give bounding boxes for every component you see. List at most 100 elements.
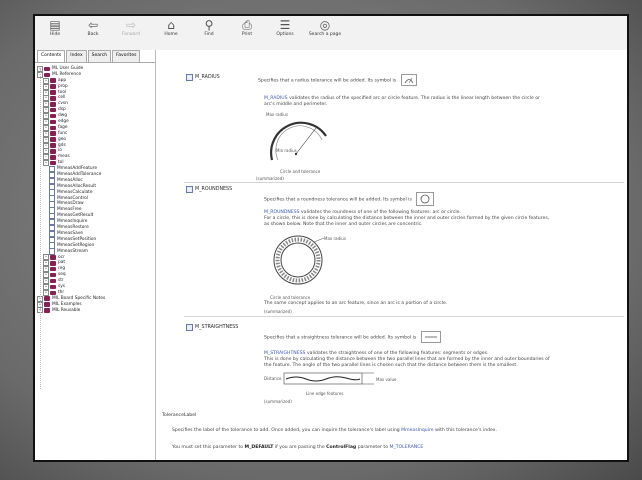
radius-desc-2: arc's middle and perimeter. xyxy=(264,102,328,107)
back-button[interactable]: ⇦ Back xyxy=(77,18,109,48)
divider xyxy=(184,182,624,183)
straightness-desc-2: This is done by calculating the distance… xyxy=(264,357,550,362)
roundness-symbol-icon xyxy=(416,192,435,206)
prop-radius: M_RADIUS xyxy=(186,74,220,81)
home-button[interactable]: ⌂ Home xyxy=(155,18,187,48)
hide-button[interactable]: ▤ Hide xyxy=(39,18,71,48)
find-icon: ⚲ xyxy=(204,18,214,32)
book-icon xyxy=(50,90,56,95)
radius-fig-min: Min radius xyxy=(276,148,297,153)
page-icon xyxy=(186,74,193,81)
book-icon xyxy=(44,296,50,301)
roundness-intro: Specifies that a roundness tolerance wil… xyxy=(264,192,435,206)
book-icon xyxy=(50,290,56,296)
divider xyxy=(184,316,624,317)
hide-icon: ▤ xyxy=(49,18,61,32)
search-page-button[interactable]: ◎ Search a page xyxy=(301,18,349,48)
forward-icon: ⇨ xyxy=(125,18,137,32)
tab-favorites[interactable]: Favorites xyxy=(112,50,141,62)
tree-item-label: MIL Reusable xyxy=(52,307,81,313)
print-icon: ⎙ xyxy=(242,18,252,32)
straightness-fig-caption: Line edge features xyxy=(306,391,344,396)
page-icon xyxy=(186,186,193,193)
roundness-desc-1: M_ROUNDNESS validates the roundness of o… xyxy=(264,210,461,215)
back-icon: ⇦ xyxy=(87,18,99,32)
roundness-desc-4: The same concept applies to an arc featu… xyxy=(264,301,448,306)
tree-book-item[interactable]: + MIL Reusable xyxy=(37,307,155,314)
straightness-fig-max: Max value xyxy=(376,377,397,382)
radius-desc-1: M_RADIUS validates the radius of the spe… xyxy=(264,96,540,101)
tab-index[interactable]: Index xyxy=(66,50,87,62)
book-icon xyxy=(50,137,56,142)
radius-figure xyxy=(270,121,327,161)
book-icon xyxy=(50,96,56,101)
book-icon xyxy=(44,72,50,78)
radius-intro: Specifies that a radius tolerance will b… xyxy=(258,74,417,86)
tolerance-label-line-1: Specifies the label of the tolerance to … xyxy=(172,428,497,433)
help-window: ▤ Hide ⇦ Back ⇨ Forward ⌂ Home ⚲ Find ⎙ … xyxy=(33,14,629,462)
roundness-figure xyxy=(273,235,325,285)
radius-link[interactable]: M_RADIUS xyxy=(264,96,288,101)
radius-fig-caption: Circle and tolerance xyxy=(280,169,321,174)
roundness-link[interactable]: M_ROUNDNESS xyxy=(264,210,300,215)
tolerance-label-line-2: You must set this parameter to M_DEFAULT… xyxy=(172,445,424,450)
book-icon xyxy=(50,261,56,266)
tree-item-label: ML Reference xyxy=(52,71,82,77)
prop-roundness: M_ROUNDNESS xyxy=(186,186,232,193)
book-icon xyxy=(50,113,56,119)
options-icon: ☰ xyxy=(279,18,291,32)
straightness-intro: Specifies that a straightness tolerance … xyxy=(264,331,441,343)
roundness-desc-3: as shown below. Note that the inner and … xyxy=(264,222,423,227)
book-icon xyxy=(50,131,56,136)
roundness-fig-caption: Circle and tolerance xyxy=(270,295,311,300)
straightness-link[interactable]: M_STRAIGHTNESS xyxy=(264,351,305,356)
roundness-footer[interactable]: (summarized) xyxy=(264,309,292,314)
book-icon xyxy=(50,107,56,113)
toolbar: ▤ Hide ⇦ Back ⇨ Forward ⌂ Home ⚲ Find ⎙ … xyxy=(35,16,627,51)
straightness-footer[interactable]: (summarized) xyxy=(264,399,292,404)
search-page-icon: ◎ xyxy=(319,18,331,32)
straightness-fig-distance: Distance xyxy=(264,376,282,381)
book-icon xyxy=(50,255,56,260)
book-icon xyxy=(50,102,56,107)
page-icon xyxy=(49,248,55,255)
book-icon xyxy=(50,284,56,290)
straightness-desc-3: the feature. The angle of the two parall… xyxy=(264,363,518,368)
straightness-symbol-icon xyxy=(420,331,441,343)
tab-contents[interactable]: Contents xyxy=(37,50,66,62)
book-icon xyxy=(50,143,56,148)
m-tolerance-link[interactable]: M_TOLERANCE xyxy=(389,445,423,450)
expand-toggle-icon[interactable]: + xyxy=(43,289,49,296)
book-icon xyxy=(50,266,56,272)
book-icon xyxy=(50,78,56,83)
topic-content: M_RADIUS Specifies that a radius toleran… xyxy=(156,50,627,460)
book-icon xyxy=(50,149,56,154)
radius-footer[interactable]: (summarized) xyxy=(256,176,284,181)
page-icon xyxy=(186,324,193,331)
tab-search[interactable]: Search xyxy=(87,50,112,62)
book-icon xyxy=(44,308,50,313)
book-icon xyxy=(50,119,56,125)
navigation-pane: Contents Index Search Favorites + ML User… xyxy=(35,50,156,460)
straightness-desc-1: M_STRAIGHTNESS validates the straightnes… xyxy=(264,351,489,356)
forward-button[interactable]: ⇨ Forward xyxy=(115,18,147,48)
book-icon xyxy=(50,125,56,131)
book-icon xyxy=(50,272,56,278)
print-button[interactable]: ⎙ Print xyxy=(231,18,263,48)
book-icon xyxy=(44,66,50,72)
radius-symbol-icon xyxy=(400,74,417,86)
roundness-desc-2: For a circle, this is done by calculatin… xyxy=(264,216,550,221)
options-button[interactable]: ☰ Options xyxy=(269,18,301,48)
book-icon xyxy=(50,84,56,89)
book-icon xyxy=(50,278,56,284)
book-icon xyxy=(50,155,56,160)
book-icon xyxy=(50,160,56,166)
book-icon xyxy=(44,302,50,307)
tolerance-label-heading: ToleranceLabel xyxy=(162,413,197,418)
mmeasinquire-link[interactable]: MmeasInquire xyxy=(401,428,433,433)
roundness-fig-max: Max radius xyxy=(324,236,346,241)
nav-tabs: Contents Index Search Favorites xyxy=(35,50,155,63)
find-button[interactable]: ⚲ Find xyxy=(193,18,225,48)
prop-straightness: M_STRAIGHTNESS xyxy=(186,324,238,331)
tree-guide-line xyxy=(40,69,42,389)
